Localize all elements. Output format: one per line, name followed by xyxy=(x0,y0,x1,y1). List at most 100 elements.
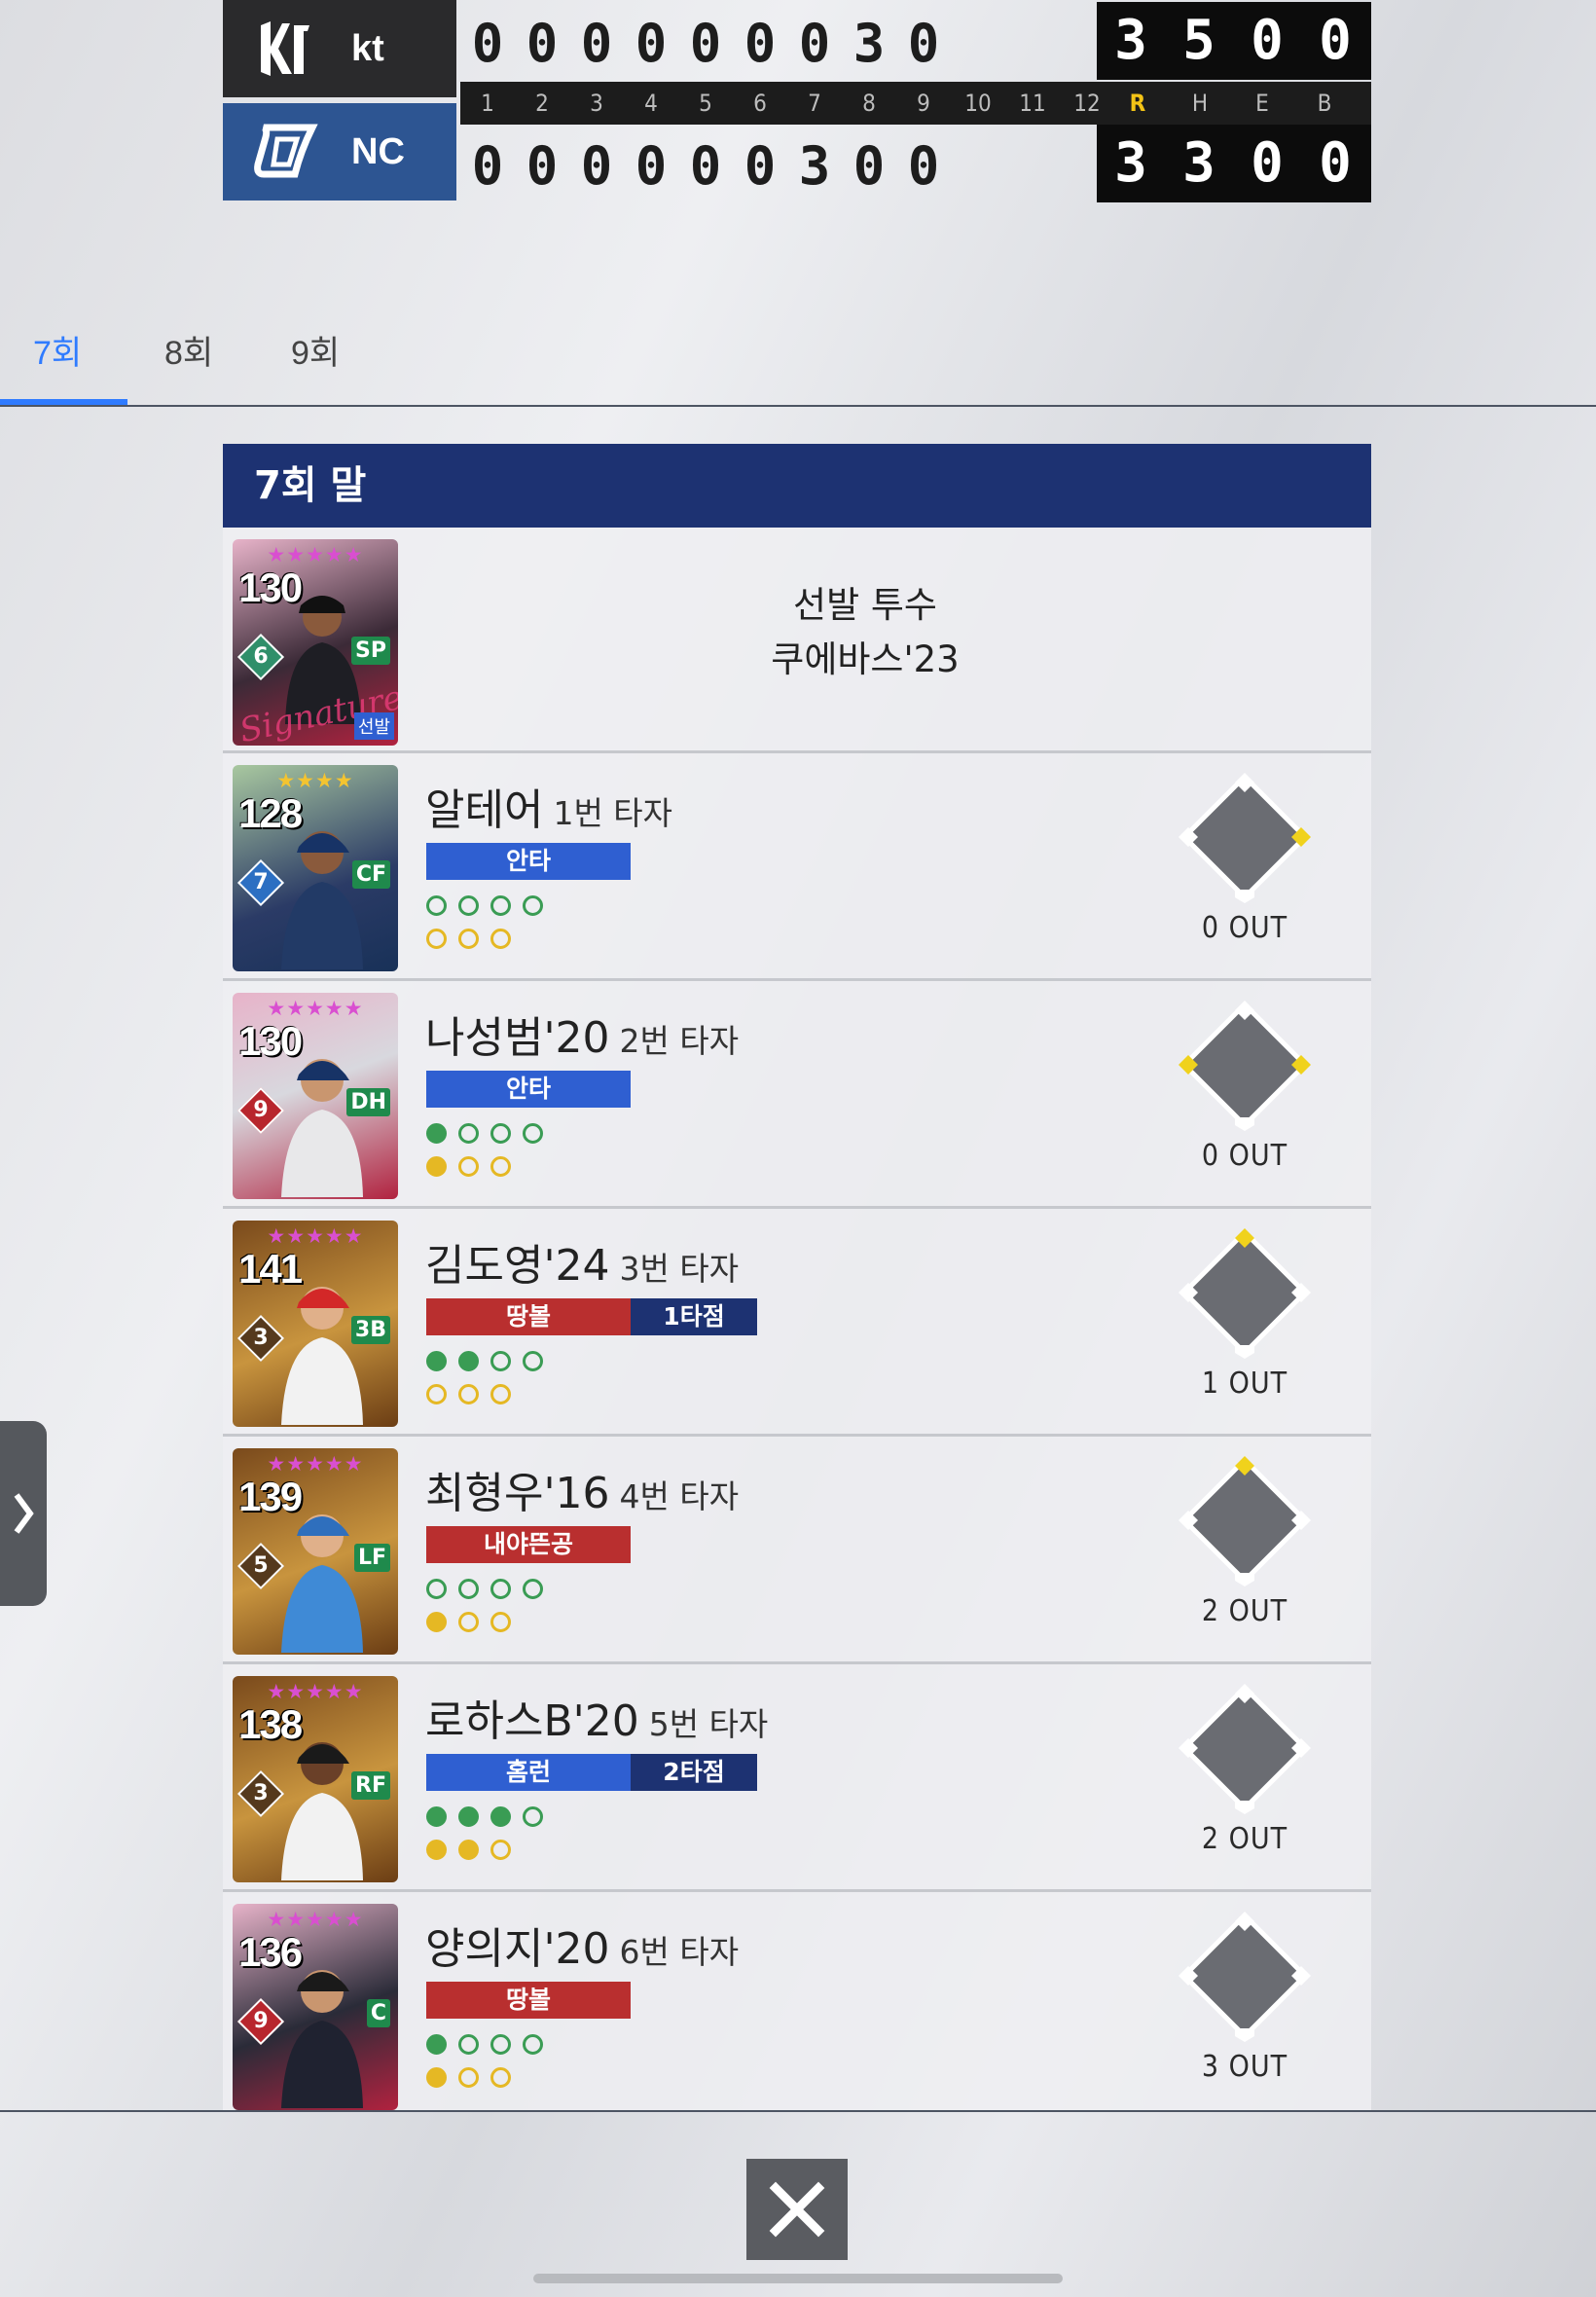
inning-score: 0 xyxy=(798,12,831,74)
tab-inning-9[interactable]: 9회 xyxy=(291,326,340,374)
batting-order: 2번 타자 xyxy=(619,1022,740,1060)
ball-count xyxy=(426,1123,555,1148)
inning-number: 1 xyxy=(481,90,494,117)
batter-name-line: 로하스B'20 5번 타자 xyxy=(425,1686,768,1748)
player-card[interactable]: ★★★★★ 130 9 DH xyxy=(233,993,398,1199)
tab-inning-8[interactable]: 8회 xyxy=(164,326,213,374)
player-card[interactable]: ★★★★★ 141 3 3B xyxy=(233,1221,398,1427)
base-diamond-icon xyxy=(1177,1908,1313,2044)
ball-count-dot xyxy=(458,2034,479,2055)
strike-count xyxy=(426,1156,523,1181)
player-card[interactable]: ★★★★ 128 7 CF xyxy=(233,765,398,971)
strike-count xyxy=(426,929,523,953)
ball-count-dot xyxy=(523,1123,543,1144)
strike-count xyxy=(426,1840,523,1864)
play-list[interactable]: 7회 말 ★★★★★ 130 6 SP Signature 선발 선발 투수 쿠… xyxy=(223,444,1371,2111)
scoreboard: kt NC 0 0 0 0 0 0 0 3 0 0 0 0 0 0 0 3 0 … xyxy=(223,0,1371,202)
inning-number: 5 xyxy=(699,90,712,117)
footer-divider xyxy=(0,2110,1596,2112)
base-diamond-icon xyxy=(1177,1452,1313,1588)
strike-count-dot xyxy=(426,1384,447,1404)
home-plate-marker xyxy=(1235,890,1254,903)
close-button[interactable] xyxy=(746,2159,848,2260)
chevron-right-icon xyxy=(14,1493,34,1534)
ball-count-dot xyxy=(426,1579,447,1599)
ball-count-dot xyxy=(426,1806,447,1827)
batter-name: 로하스B'20 xyxy=(425,1696,639,1746)
player-portrait-icon xyxy=(281,1970,363,2108)
total-hits: 5 xyxy=(1182,9,1215,72)
player-card[interactable]: ★★★★★ 139 5 LF xyxy=(233,1448,398,1655)
errors-header: E xyxy=(1255,90,1269,117)
batter-name: 알테어 xyxy=(425,785,544,835)
ball-count-dot xyxy=(426,2034,447,2055)
ball-count-dot xyxy=(426,1123,447,1144)
play-result-badge: 안타 xyxy=(426,843,631,880)
strike-count xyxy=(426,2067,523,2092)
out-count: 0 OUT xyxy=(1201,911,1288,945)
strike-count-dot xyxy=(458,929,479,949)
batter-name-line: 알테어 1번 타자 xyxy=(425,775,672,837)
batter-name-line: 나성범'20 2번 타자 xyxy=(425,1003,739,1065)
strike-count-dot xyxy=(426,1840,447,1860)
nc-totals: 3 3 0 0 xyxy=(1097,125,1371,202)
inning-score: 0 xyxy=(526,12,559,74)
ball-count xyxy=(426,1579,555,1603)
player-card[interactable]: ★★★★★ 138 3 RF xyxy=(233,1676,398,1882)
play-results: 내야뜬공 xyxy=(426,1526,631,1563)
total-runs: 3 xyxy=(1114,131,1147,195)
close-icon xyxy=(769,2181,825,2238)
home-indicator[interactable] xyxy=(533,2274,1063,2283)
tab-inning-7[interactable]: 7회 xyxy=(33,326,82,374)
batter-name: 김도영'24 xyxy=(425,1241,610,1291)
out-count: 3 OUT xyxy=(1201,2050,1288,2084)
ball-count xyxy=(426,895,555,920)
inning-score: 0 xyxy=(580,134,613,197)
strike-count-dot xyxy=(458,2067,479,2088)
play-results: 땅볼 xyxy=(426,1982,631,2019)
card-stars: ★★★★★ xyxy=(267,997,364,1020)
out-count: 2 OUT xyxy=(1201,1594,1288,1628)
play-results: 홈런 2타점 xyxy=(426,1754,757,1791)
card-stars: ★★★★★ xyxy=(267,1224,364,1248)
ball-count-dot xyxy=(458,1806,479,1827)
ball-count-dot xyxy=(490,1351,511,1371)
runs-header: R xyxy=(1129,90,1146,117)
inning-header-strip: 1 2 3 4 5 6 7 8 9 10 11 12 R H E B xyxy=(460,82,1371,125)
nc-logo-icon xyxy=(250,118,318,186)
player-portrait-icon xyxy=(281,1059,363,1197)
inning-score: 0 xyxy=(689,12,722,74)
player-card[interactable]: ★★★★★ 136 9 C xyxy=(233,1904,398,2110)
ball-count-dot xyxy=(490,1579,511,1599)
inning-score: 0 xyxy=(635,12,668,74)
batter-row: ★★★★★ 138 3 RF 로하스B'20 5번 타자 홈런 2타점 2 OUT xyxy=(223,1664,1371,1892)
strike-count-dot xyxy=(458,1612,479,1632)
inning-score: 3 xyxy=(798,134,831,197)
player-portrait-icon xyxy=(281,1514,363,1653)
ball-count-dot xyxy=(490,1123,511,1144)
inning-score: 0 xyxy=(907,134,940,197)
strike-count-dot xyxy=(426,929,447,949)
home-plate-marker xyxy=(1235,1345,1254,1359)
inning-score: 0 xyxy=(744,134,777,197)
strike-count-dot xyxy=(426,1156,447,1177)
inning-number: 7 xyxy=(808,90,821,117)
card-stars: ★★★★ xyxy=(276,769,354,792)
team-nc: NC xyxy=(223,103,456,201)
ball-count-dot xyxy=(490,2034,511,2055)
batter-name: 나성범'20 xyxy=(425,1013,610,1063)
home-plate-marker xyxy=(1235,1801,1254,1814)
player-card[interactable]: ★★★★★ 130 6 SP Signature 선발 xyxy=(233,539,398,746)
pitcher-info: 선발 투수 쿠에바스'23 xyxy=(690,578,1040,687)
total-runs: 3 xyxy=(1114,9,1147,72)
team-name: kt xyxy=(351,27,384,69)
side-panel-handle[interactable] xyxy=(0,1421,47,1606)
inning-number: 4 xyxy=(644,90,658,117)
ball-count-dot xyxy=(426,895,447,916)
ball-count xyxy=(426,1806,555,1831)
inning-score: 0 xyxy=(471,134,504,197)
play-result-badge: 땅볼 xyxy=(426,1298,631,1335)
ball-count xyxy=(426,2034,555,2059)
inning-number: 9 xyxy=(917,90,930,117)
ball-count-dot xyxy=(490,895,511,916)
